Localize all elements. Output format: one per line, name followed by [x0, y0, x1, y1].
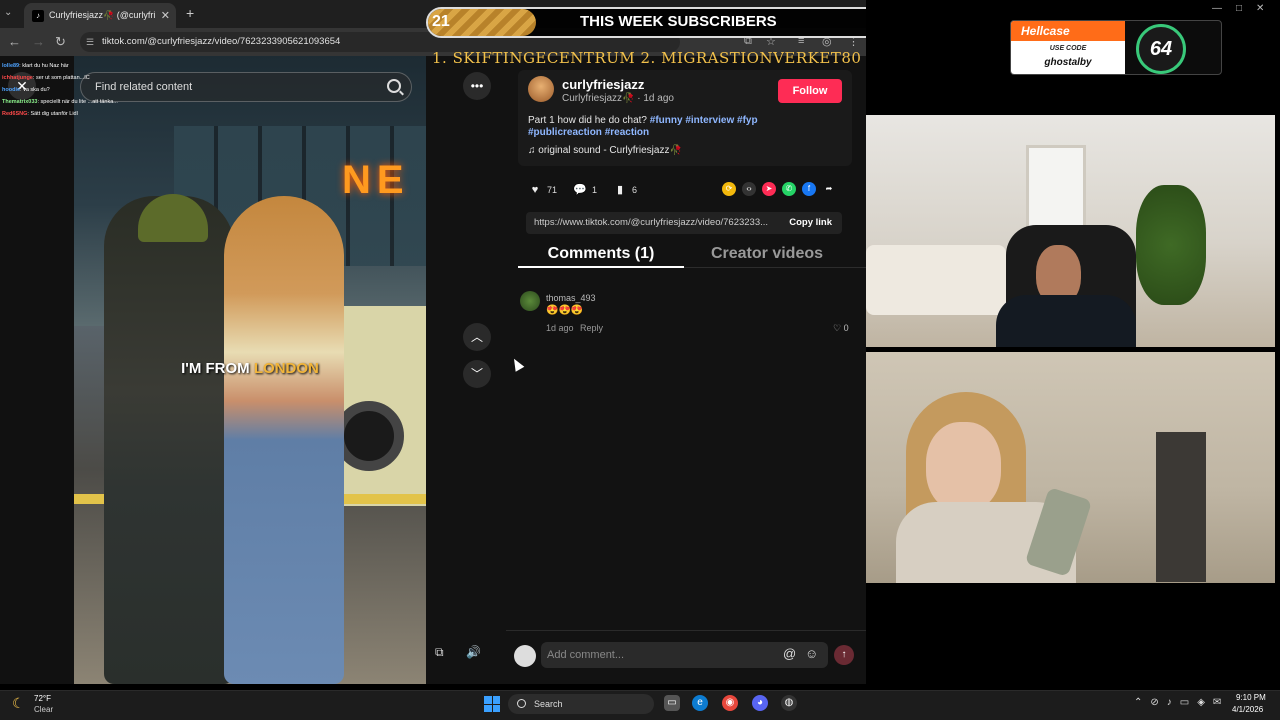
- obs-icon[interactable]: ◍: [781, 695, 797, 711]
- post-comment-button[interactable]: ↑: [834, 645, 854, 665]
- post-description: Part 1 how did he do chat? #funny #inter…: [528, 115, 758, 138]
- hellcase-logo: Hellcase: [1011, 21, 1125, 41]
- video-wheel: [334, 401, 404, 471]
- sponsor-counter: 64: [1136, 24, 1186, 74]
- bookmark-icon: ▮: [617, 184, 624, 196]
- commenter-username[interactable]: thomas_493: [546, 293, 596, 303]
- tab-comments[interactable]: Comments (1): [518, 244, 684, 268]
- share-more-icon[interactable]: ➦: [822, 182, 836, 196]
- caption-text: I'M FROM: [181, 360, 250, 377]
- share-link-text: https://www.tiktok.com/@curlyfriesjazz/v…: [534, 217, 769, 228]
- post-time: 1d ago: [643, 93, 674, 104]
- chat-line: hoodie: va ska du?: [2, 87, 50, 93]
- follow-button[interactable]: Follow: [778, 79, 842, 103]
- video-man: [104, 196, 234, 684]
- caption-highlight: LONDON: [253, 360, 319, 377]
- emoji-icon[interactable]: ☺: [805, 646, 818, 661]
- windows-start-icon[interactable]: [484, 696, 500, 712]
- facebook-icon[interactable]: f: [802, 182, 816, 196]
- sound-link[interactable]: ♫ original sound - Curlyfriesjazz🥀: [528, 145, 682, 156]
- comment-time: 1d ago: [546, 323, 574, 333]
- discord-icon[interactable]: ◕: [752, 695, 768, 711]
- clock-date[interactable]: 4/1/2026: [1232, 705, 1263, 714]
- neon-sign: NE: [342, 158, 410, 202]
- more-options-button[interactable]: •••: [463, 72, 491, 100]
- heart-outline-icon: ♡: [833, 323, 842, 333]
- comment-action[interactable]: 💬 1: [573, 183, 597, 197]
- hashtag[interactable]: #interview: [685, 115, 734, 126]
- tab-title: Curlyfriesjazz🥀 (@curlyfri: [49, 10, 156, 20]
- chrome-icon[interactable]: ◉: [722, 695, 738, 711]
- sponsor-use-code: USE CODE: [1049, 45, 1087, 52]
- save-action[interactable]: ▮ 6: [613, 183, 637, 197]
- creator-nickname: Curlyfriesjazz🥀 · 1d ago: [562, 93, 674, 104]
- chat-line: lolle89: klart du hu Naz här: [2, 63, 69, 69]
- moon-weather-icon[interactable]: ☾: [12, 695, 25, 712]
- comment-like[interactable]: ♡ 0: [833, 323, 849, 334]
- creator-avatar[interactable]: [528, 76, 554, 102]
- chat-line: Thematrix033: speciellt när du lite ...a…: [2, 99, 118, 105]
- weather-temperature[interactable]: 72°F: [34, 694, 51, 703]
- tab-creator-videos[interactable]: Creator videos: [684, 244, 850, 268]
- hashtag[interactable]: #publicreaction: [528, 127, 602, 138]
- whatsapp-icon[interactable]: ✆: [782, 182, 796, 196]
- volume-icon[interactable]: 🔊: [466, 645, 481, 659]
- hashtag[interactable]: #reaction: [605, 127, 649, 138]
- previous-video-button[interactable]: ︿: [463, 323, 491, 351]
- forward-icon[interactable]: →: [32, 34, 45, 49]
- sponsor-code: ghostalby: [1044, 57, 1092, 68]
- chat-line: ichhatjunge: ser ut som plattan...IC: [2, 75, 90, 81]
- heart-icon: ♥: [531, 184, 539, 196]
- browser-tab[interactable]: ♪ Curlyfriesjazz🥀 (@curlyfri ✕: [24, 3, 176, 28]
- webcam-guest: [866, 352, 1275, 583]
- subscriber-goal-title: THIS WEEK SUBSCRIBERS: [580, 13, 777, 30]
- webcam-streamer: [866, 115, 1275, 347]
- tab-menu-icon[interactable]: ⌄: [4, 7, 12, 18]
- taskbar-search[interactable]: Search: [508, 694, 654, 714]
- address-text: tiktok.com/@curlyfriesjazz/video/7623233…: [102, 36, 341, 47]
- repost-icon[interactable]: ⟳: [722, 182, 736, 196]
- search-icon: [517, 699, 526, 708]
- chat-line: Red6SNG: Sätt dig utanför Lidl: [2, 111, 78, 117]
- share-link-box: https://www.tiktok.com/@curlyfriesjazz/v…: [526, 212, 842, 234]
- close-tab-icon[interactable]: ✕: [161, 9, 170, 22]
- window-controls[interactable]: —□✕: [1212, 3, 1278, 14]
- copy-link-button[interactable]: Copy link: [789, 212, 832, 234]
- commenter-avatar[interactable]: [520, 291, 540, 311]
- send-to-friends-icon[interactable]: ➤: [762, 182, 776, 196]
- stream-chat-overlay: lolle89: klart du hu Naz här ichhatjunge…: [2, 60, 202, 120]
- share-options: ⟳ ‹› ➤ ✆ f ➦: [722, 182, 836, 196]
- comment-icon: 💬: [573, 184, 587, 196]
- weather-description[interactable]: Clear: [34, 705, 53, 714]
- reply-button[interactable]: Reply: [580, 323, 603, 333]
- clock-time[interactable]: 9:10 PM: [1236, 693, 1266, 702]
- music-note-icon: ♫: [528, 145, 536, 156]
- reload-icon[interactable]: ↻: [55, 34, 66, 50]
- comment-text: 😍😍😍: [546, 305, 584, 316]
- mention-icon[interactable]: @: [783, 646, 796, 661]
- embed-icon[interactable]: ‹›: [742, 182, 756, 196]
- post-actions: ♥ 71 💬 1 ▮ 6: [528, 182, 645, 198]
- my-avatar: [514, 645, 536, 667]
- video-woman: [224, 196, 344, 684]
- like-action[interactable]: ♥ 71: [528, 183, 557, 197]
- site-info-icon[interactable]: ☰: [86, 32, 94, 52]
- search-icon[interactable]: [387, 79, 401, 93]
- subscriber-count: 21: [432, 13, 450, 30]
- new-tab-icon[interactable]: +: [186, 5, 194, 21]
- edge-icon[interactable]: e: [692, 695, 708, 711]
- hashtag[interactable]: #funny: [650, 115, 683, 126]
- creator-username[interactable]: curlyfriesjazz: [562, 77, 644, 92]
- tiktok-favicon-icon: ♪: [32, 9, 44, 22]
- system-tray-icons[interactable]: ⌃⊘♪▭◈✉: [1134, 697, 1229, 708]
- back-icon[interactable]: ←: [8, 34, 21, 49]
- picture-in-picture-icon[interactable]: ⧉: [435, 645, 444, 660]
- task-view-icon[interactable]: ▭: [664, 695, 680, 711]
- video-caption: I'M FROM LONDON: [74, 360, 426, 377]
- hashtag[interactable]: #fyp: [737, 115, 758, 126]
- next-video-button[interactable]: ﹀: [463, 360, 491, 388]
